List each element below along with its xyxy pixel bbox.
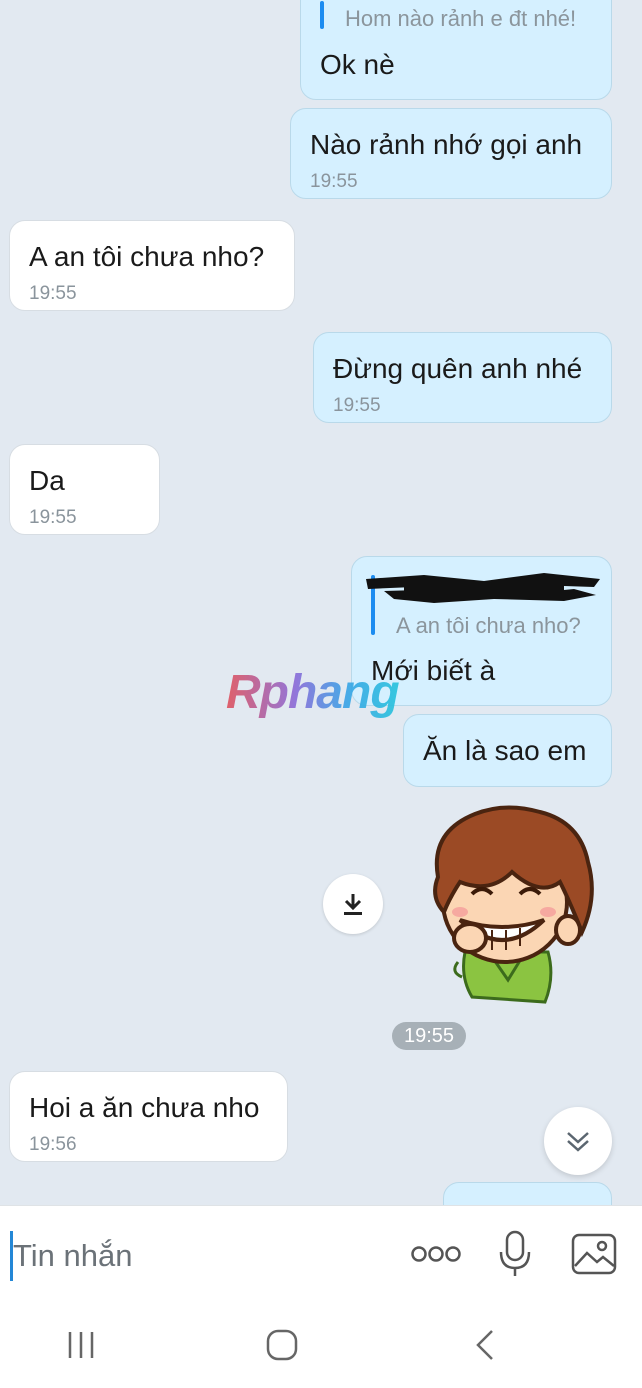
message-input[interactable] (10, 1231, 393, 1281)
message-time: 19:55 (29, 507, 77, 528)
message-bubble-outgoing[interactable]: Hom nào rảnh e đt nhé! Ok nè (300, 0, 612, 100)
message-bubble-incoming[interactable]: A an tôi chưa nho? 19:55 (9, 220, 295, 311)
download-button[interactable] (323, 874, 383, 934)
message-time: 19:55 (29, 283, 77, 304)
message-bubble-outgoing[interactable]: Đừng quên anh nhé 19:55 (313, 332, 612, 423)
message-time: 19:56 (29, 1134, 77, 1155)
chat-area[interactable]: Hom nào rảnh e đt nhé! Ok nè Nào rảnh nh… (0, 0, 642, 1205)
more-options-icon[interactable] (410, 1244, 462, 1264)
scroll-to-bottom-button[interactable] (544, 1107, 612, 1175)
download-icon (344, 894, 362, 915)
redacted-sender-name (366, 573, 600, 603)
message-text: Ăn là sao em (423, 735, 587, 766)
message-text: Ok nè (320, 49, 395, 80)
system-navigation-bar (0, 1300, 642, 1388)
message-text: Nào rảnh nhớ gọi anh (310, 129, 583, 160)
message-text: A an tôi chưa nho? (29, 241, 265, 272)
watermark-logo: Rphang (226, 666, 400, 719)
back-icon[interactable] (470, 1329, 502, 1361)
quoted-message: A an tôi chưa nho? (396, 613, 581, 638)
message-text: Đừng quên anh nhé (333, 353, 583, 384)
chevron-double-down-icon (567, 1132, 589, 1152)
message-bubble-incoming[interactable]: Hoi a ăn chưa nho 19:56 (9, 1071, 288, 1162)
message-text: Da (29, 465, 65, 496)
message-time: 19:55 (333, 395, 381, 416)
sticker-time-badge: 19:55 (392, 1022, 466, 1050)
home-icon[interactable] (266, 1329, 298, 1361)
quoted-message: Hom nào rảnh e đt nhé! (345, 6, 577, 31)
message-bubble-outgoing[interactable]: Ăn là sao em (403, 714, 612, 787)
quote-bar (320, 1, 324, 29)
recent-apps-icon[interactable] (65, 1329, 97, 1361)
message-bubble-outgoing-partial[interactable] (443, 1182, 612, 1205)
message-input-bar (0, 1205, 642, 1301)
message-time: 19:55 (310, 171, 358, 192)
sticker-image[interactable] (420, 802, 605, 1007)
message-bubble-outgoing[interactable]: Nào rảnh nhớ gọi anh 19:55 (290, 108, 612, 199)
message-text: Hoi a ăn chưa nho (29, 1092, 260, 1123)
microphone-icon[interactable] (498, 1230, 532, 1278)
message-bubble-incoming[interactable]: Da 19:55 (9, 444, 160, 535)
image-icon[interactable] (571, 1233, 617, 1275)
